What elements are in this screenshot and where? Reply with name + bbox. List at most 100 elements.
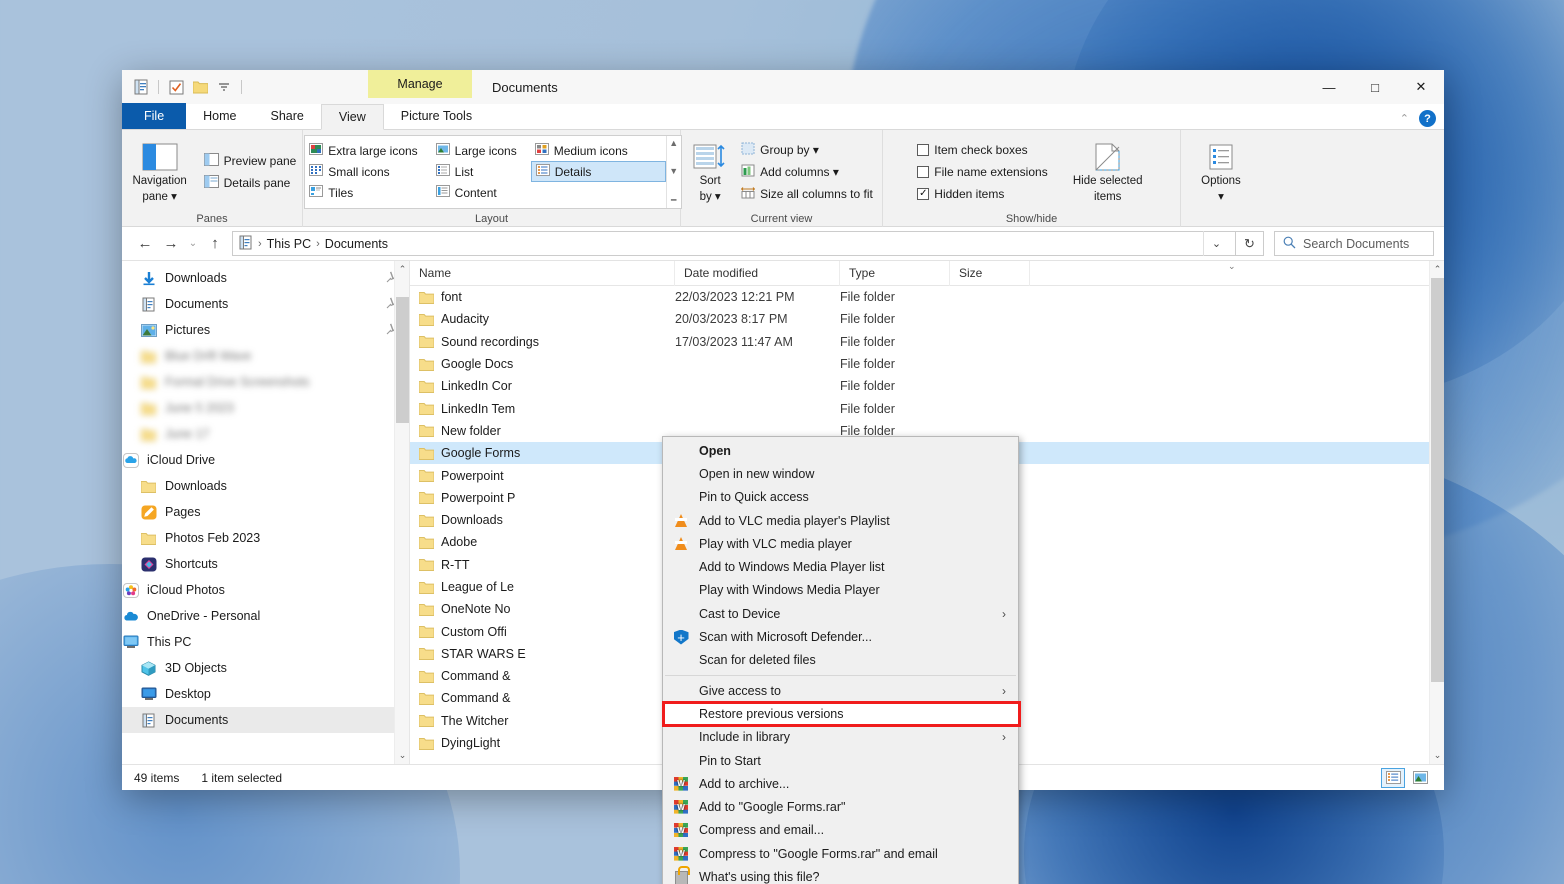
context-menu-item-scan-for-deleted-files[interactable]: Scan for deleted files	[663, 649, 1018, 672]
context-menu-item-add-to-vlc-media-player-s-playlist[interactable]: Add to VLC media player's Playlist	[663, 509, 1018, 532]
file-row[interactable]: font22/03/2023 12:21 PMFile folder	[410, 286, 1444, 308]
search-box[interactable]: Search Documents	[1274, 231, 1434, 256]
context-menu-item-what-s-using-this-file[interactable]: What's using this file?	[663, 865, 1018, 884]
item-check-boxes-checkbox[interactable]: Item check boxes	[913, 139, 1051, 160]
file-name-cell[interactable]: Command &	[410, 691, 675, 705]
sidebar-item-june-17[interactable]: June 17	[122, 421, 409, 447]
sidebar-item-this-pc[interactable]: This PC	[122, 629, 409, 655]
tab-picture-tools[interactable]: Picture Tools	[384, 103, 489, 129]
context-menu-item-include-in-library[interactable]: Include in library›	[663, 726, 1018, 749]
tab-view[interactable]: View	[321, 104, 384, 130]
layout-option-large-icons[interactable]: Large icons	[432, 140, 521, 161]
file-name-cell[interactable]: font	[410, 290, 675, 304]
context-menu-item-pin-to-start[interactable]: Pin to Start	[663, 749, 1018, 772]
nav-scroll-thumb[interactable]	[396, 297, 409, 423]
breadcrumb-this-pc[interactable]: This PC	[267, 237, 311, 251]
details-pane-button[interactable]: Details pane	[200, 172, 301, 193]
sidebar-item-blue-drift-wave[interactable]: Blue Drift Wave	[122, 343, 409, 369]
context-menu-item-open-in-new-window[interactable]: Open in new window	[663, 462, 1018, 485]
options-button[interactable]: Options ▾	[1185, 139, 1257, 203]
up-button[interactable]: ↑	[202, 231, 228, 257]
tab-home[interactable]: Home	[186, 103, 253, 129]
file-name-cell[interactable]: LinkedIn Tem	[410, 402, 675, 416]
layout-scroll-down-icon[interactable]: ▼	[669, 166, 678, 176]
context-menu-item-compress-to-google-forms-rar-and-email[interactable]: Compress to "Google Forms.rar" and email	[663, 842, 1018, 865]
help-icon[interactable]: ?	[1419, 110, 1436, 127]
layout-option-medium-icons[interactable]: Medium icons	[531, 140, 666, 161]
address-dropdown-icon[interactable]: ⌄	[1203, 231, 1229, 256]
file-name-cell[interactable]: Powerpoint P	[410, 491, 675, 505]
list-scroll-thumb[interactable]	[1431, 278, 1444, 682]
column-header-type[interactable]: Type	[840, 261, 950, 286]
file-name-cell[interactable]: Adobe	[410, 535, 675, 549]
context-menu-item-play-with-windows-media-player[interactable]: Play with Windows Media Player	[663, 579, 1018, 602]
file-name-cell[interactable]: League of Le	[410, 580, 675, 594]
file-name-cell[interactable]: The Witcher	[410, 714, 675, 728]
back-button[interactable]: ←	[132, 231, 158, 257]
file-name-extensions-checkbox[interactable]: File name extensions	[913, 161, 1051, 182]
large-icons-view-icon[interactable]	[1408, 768, 1432, 788]
sidebar-item-onedrive-personal[interactable]: OneDrive - Personal	[122, 603, 409, 629]
file-name-cell[interactable]: Command &	[410, 669, 675, 683]
sidebar-item-icloud-drive[interactable]: iCloud Drive	[122, 447, 409, 473]
context-menu-item-add-to-archive[interactable]: Add to archive...	[663, 772, 1018, 795]
tab-file[interactable]: File	[122, 103, 186, 129]
layout-scroll-up-icon[interactable]: ▲	[669, 138, 678, 148]
list-scroll-up-icon[interactable]: ⌃	[1430, 261, 1444, 278]
maximize-button[interactable]: □	[1352, 70, 1398, 104]
file-name-cell[interactable]: Powerpoint	[410, 469, 675, 483]
checkbox-icon[interactable]	[167, 78, 185, 96]
column-header-size[interactable]: Size	[950, 261, 1030, 286]
sort-by-button[interactable]: Sort by ▾	[686, 139, 734, 203]
file-row[interactable]: LinkedIn TemFile folder	[410, 397, 1444, 419]
file-row[interactable]: Google DocsFile folder	[410, 353, 1444, 375]
context-menu-item-compress-and-email[interactable]: Compress and email...	[663, 819, 1018, 842]
documents-properties-icon[interactable]	[132, 78, 150, 96]
file-name-cell[interactable]: Audacity	[410, 312, 675, 326]
file-row[interactable]: LinkedIn CorFile folder	[410, 375, 1444, 397]
sidebar-item-pages[interactable]: Pages	[122, 499, 409, 525]
navigation-scrollbar[interactable]: ⌃ ⌄	[394, 261, 409, 764]
file-list-scrollbar[interactable]: ⌃ ⌄	[1429, 261, 1444, 764]
sidebar-item-icloud-photos[interactable]: iCloud Photos	[122, 577, 409, 603]
context-menu-item-give-access-to[interactable]: Give access to›	[663, 679, 1018, 702]
file-name-cell[interactable]: Google Forms	[410, 446, 675, 460]
customize-dropdown-icon[interactable]	[215, 78, 233, 96]
file-name-cell[interactable]: Google Docs	[410, 357, 675, 371]
refresh-button[interactable]: ↻	[1236, 231, 1264, 256]
column-header-date-modified[interactable]: Date modified	[675, 261, 840, 286]
layout-option-details[interactable]: Details	[531, 161, 666, 182]
minimize-button[interactable]: —	[1306, 70, 1352, 104]
layout-option-list[interactable]: List	[432, 161, 521, 182]
file-name-cell[interactable]: R-TT	[410, 558, 675, 572]
recent-locations-button[interactable]: ⌄	[184, 231, 202, 257]
file-row[interactable]: Audacity20/03/2023 8:17 PMFile folder	[410, 308, 1444, 330]
forward-button[interactable]: →	[158, 231, 184, 257]
file-name-cell[interactable]: OneNote No	[410, 602, 675, 616]
file-name-cell[interactable]: New folder	[410, 424, 675, 438]
sidebar-item-documents[interactable]: Documents	[122, 291, 409, 317]
size-all-columns-button[interactable]: Size all columns to fit	[737, 183, 877, 204]
file-name-cell[interactable]: Sound recordings	[410, 335, 675, 349]
layout-expand-icon[interactable]: ━	[671, 195, 676, 206]
search-input[interactable]: Search Documents	[1303, 237, 1409, 251]
layout-option-content[interactable]: Content	[432, 182, 521, 203]
hidden-items-checkbox[interactable]: ✓ Hidden items	[913, 183, 1051, 204]
list-scroll-down-icon[interactable]: ⌄	[1430, 747, 1444, 764]
layout-gallery-scrollbar[interactable]: ▲ ▼ ━	[666, 136, 681, 208]
tab-share[interactable]: Share	[254, 103, 321, 129]
nav-scroll-up-icon[interactable]: ⌃	[395, 261, 410, 278]
context-menu-item-open[interactable]: Open	[663, 439, 1018, 462]
file-name-cell[interactable]: Custom Offi	[410, 625, 675, 639]
breadcrumb-documents[interactable]: Documents	[325, 237, 388, 251]
context-menu-item-add-to-windows-media-player-list[interactable]: Add to Windows Media Player list	[663, 555, 1018, 578]
file-name-cell[interactable]: STAR WARS E	[410, 647, 675, 661]
context-menu-item-play-with-vlc-media-player[interactable]: Play with VLC media player	[663, 532, 1018, 555]
column-header-name[interactable]: Name	[410, 261, 675, 286]
address-breadcrumb-bar[interactable]: › This PC › Documents ⌄	[232, 231, 1236, 256]
sidebar-item-pictures[interactable]: Pictures	[122, 317, 409, 343]
close-button[interactable]: ✕	[1398, 70, 1444, 104]
nav-scroll-down-icon[interactable]: ⌄	[395, 747, 410, 764]
layout-option-small-icons[interactable]: Small icons	[305, 161, 421, 182]
new-folder-icon[interactable]	[191, 78, 209, 96]
